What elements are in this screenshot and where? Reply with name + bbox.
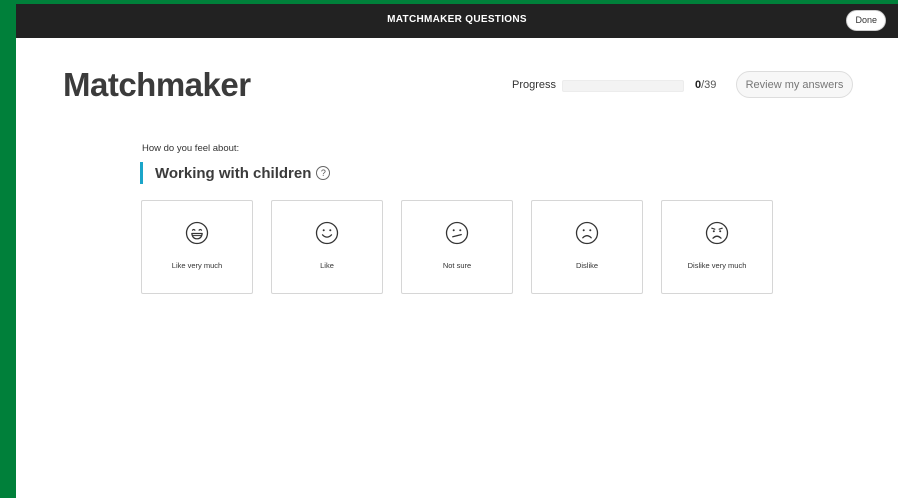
top-bar: MATCHMAKER QUESTIONS Done: [16, 4, 898, 38]
progress-total: /39: [701, 79, 717, 91]
frown-face-icon: [575, 221, 599, 245]
option-label: Not sure: [442, 261, 472, 270]
option-not-sure[interactable]: Not sure: [401, 200, 513, 294]
option-label: Like very much: [171, 261, 223, 270]
option-like[interactable]: Like: [271, 200, 383, 294]
unsure-face-icon: [445, 221, 469, 245]
very-sad-face-icon: [705, 221, 729, 245]
progress-bar: [562, 80, 684, 92]
grin-face-icon: [185, 221, 209, 245]
option-label: Dislike very much: [687, 261, 747, 270]
app-window: MATCHMAKER QUESTIONS Done Matchmaker Pro…: [16, 4, 898, 498]
question-prompt: How do you feel about:: [142, 143, 240, 154]
topbar-title: MATCHMAKER QUESTIONS: [387, 14, 527, 25]
smile-face-icon: [315, 221, 339, 245]
option-dislike[interactable]: Dislike: [531, 200, 643, 294]
question-heading: Working with children ?: [140, 162, 331, 184]
option-label: Like: [320, 261, 334, 270]
option-label: Dislike: [575, 261, 599, 270]
progress-count: 0/39: [695, 79, 716, 91]
done-button[interactable]: Done: [846, 10, 886, 31]
progress-label: Progress: [512, 79, 557, 91]
option-like-very-much[interactable]: Like very much: [141, 200, 253, 294]
question-text: Working with children: [155, 164, 312, 182]
option-dislike-very-much[interactable]: Dislike very much: [661, 200, 773, 294]
help-icon[interactable]: ?: [316, 166, 331, 180]
answer-options: Like very much Like Not sure Dislike Dis…: [141, 200, 791, 294]
page-title: Matchmaker: [63, 66, 251, 103]
review-answers-button[interactable]: Review my answers: [736, 71, 853, 98]
